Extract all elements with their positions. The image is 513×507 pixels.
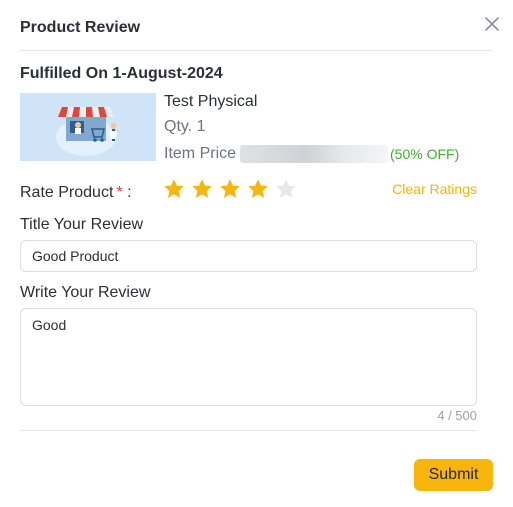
product-quantity: Qty. 1 (164, 117, 206, 137)
item-price-row: Item Price (50% OFF) (164, 144, 459, 164)
product-review-modal: Product Review Fulfilled On 1-August-202… (0, 0, 513, 507)
qty-label: Qty. (164, 118, 193, 135)
star-rating[interactable] (162, 177, 302, 201)
modal-header: Product Review (20, 17, 499, 51)
required-mark: * (116, 184, 123, 201)
discount-badge: (50% OFF) (390, 146, 460, 162)
rate-product-label: Rate Product * : (20, 183, 132, 203)
footer-divider (20, 430, 477, 431)
fulfilled-date: Fulfilled On 1-August-2024 (20, 65, 223, 82)
product-thumbnail (20, 93, 156, 161)
star-empty-icon[interactable] (274, 177, 298, 201)
review-title-input[interactable] (20, 240, 477, 272)
submit-button[interactable]: Submit (414, 459, 493, 491)
close-button[interactable] (479, 11, 505, 37)
item-price-blurred (240, 145, 389, 163)
review-text-area[interactable]: Good (20, 308, 477, 406)
close-icon (485, 17, 499, 31)
rate-label-text: Rate Product (20, 184, 114, 201)
modal-title: Product Review (20, 19, 141, 36)
star-filled-icon[interactable] (218, 177, 242, 201)
character-count: 4 / 500 (437, 408, 477, 423)
star-filled-icon[interactable] (246, 177, 270, 201)
write-review-label: Write Your Review (20, 284, 151, 301)
shop-cart-illustration-icon (20, 93, 156, 161)
product-name: Test Physical (164, 93, 258, 110)
star-filled-icon[interactable] (190, 177, 214, 201)
title-review-label: Title Your Review (20, 216, 144, 233)
rate-label-colon: : (127, 184, 132, 201)
star-filled-icon[interactable] (162, 177, 186, 201)
qty-value: 1 (196, 118, 206, 135)
item-price-label: Item Price (164, 145, 237, 162)
clear-ratings-link[interactable]: Clear Ratings (392, 180, 477, 198)
